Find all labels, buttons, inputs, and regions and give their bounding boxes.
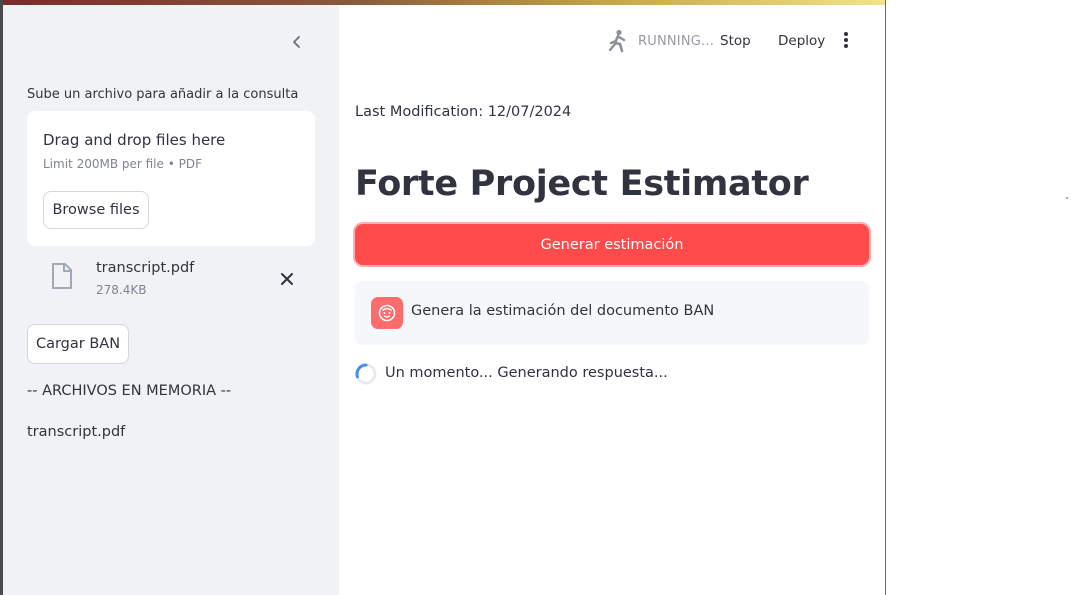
file-dropzone[interactable]: Drag and drop files here Limit 200MB per… [27,111,315,246]
file-icon [52,263,72,289]
background-dot [1066,197,1068,199]
loading-spinner-icon [355,363,377,385]
sidebar: Sube un archivo para añadir a la consult… [3,5,339,595]
memory-files-title: -- ARCHIVOS EN MEMORIA -- [27,383,232,399]
spinner-text: Un momento... Generando respuesta... [385,365,668,381]
running-status: RUNNING... [638,34,715,49]
dropzone-title: Drag and drop files here [43,131,226,149]
uploaded-file-item: transcript.pdf 278.4KB [27,253,315,303]
stop-button[interactable]: Stop [720,33,751,49]
app-toolbar: RUNNING... Stop Deploy [339,5,885,65]
deploy-button[interactable]: Deploy [778,33,825,49]
generar-estimacion-button[interactable]: Generar estimación [355,224,869,265]
chevron-left-icon [293,36,300,48]
kebab-menu-icon[interactable] [838,29,854,51]
app-window: Sube un archivo para añadir a la consult… [0,0,886,595]
last-modification-text: Last Modification: 12/07/2024 [355,104,572,120]
memory-file-item: transcript.pdf [27,424,126,440]
cargar-ban-button[interactable]: Cargar BAN [27,324,129,364]
close-icon[interactable] [279,271,295,287]
dropzone-limit: Limit 200MB per file • PDF [43,157,202,171]
running-man-icon [608,29,626,53]
collapse-sidebar-button[interactable] [287,32,307,52]
browse-files-button[interactable]: Browse files [43,191,149,229]
smiley-face-icon [378,304,396,322]
assistant-avatar [371,297,403,329]
uploaded-file-name: transcript.pdf [96,260,195,276]
file-uploader-label: Sube un archivo para añadir a la consult… [27,87,299,102]
uploaded-file-size: 278.4KB [96,283,147,297]
page-title: Forte Project Estimator [355,164,809,204]
chat-message-text: Genera la estimación del documento BAN [411,303,715,319]
chat-message: Genera la estimación del documento BAN [355,281,869,345]
